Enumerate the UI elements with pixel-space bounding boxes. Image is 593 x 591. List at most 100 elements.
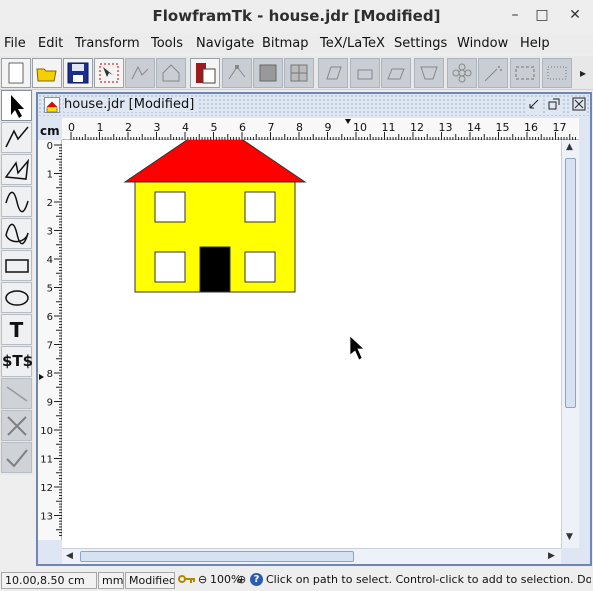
v-ruler-label: 2 <box>47 198 53 209</box>
menu-file[interactable]: File <box>4 36 26 51</box>
ruler-unit-label: cm <box>40 124 60 138</box>
window-bottom-right[interactable] <box>244 251 276 283</box>
document-icon <box>44 97 60 113</box>
menu-help[interactable]: Help <box>520 36 550 51</box>
app-window: FlowframTk - house.jdr [Modified] – □ ✕ … <box>0 0 593 591</box>
v-ruler-label: 10 <box>40 426 53 437</box>
document-title-bar: house.jdr [Modified] <box>38 94 590 116</box>
edit-path-button[interactable] <box>125 58 155 88</box>
flower-button[interactable] <box>447 58 477 88</box>
v-ruler-label: 7 <box>47 341 53 352</box>
finish-icon <box>6 449 28 468</box>
line-tool[interactable] <box>1 378 32 409</box>
drawing-svg <box>123 140 365 361</box>
v-ruler-label: 6 <box>47 312 53 323</box>
menu-bitmap[interactable]: Bitmap <box>262 36 309 51</box>
menu-bar: File Edit Transform Tools Navigate Bitma… <box>0 33 593 55</box>
rotate-button[interactable] <box>350 58 380 88</box>
v-ruler-label: 1 <box>47 170 53 181</box>
h-ruler-label: 3 <box>154 121 161 134</box>
v-ruler-label: 9 <box>47 398 53 409</box>
skew-button[interactable] <box>381 58 411 88</box>
horizontal-scroll-thumb[interactable] <box>80 551 354 562</box>
zoom-in-icon[interactable]: ⊕ <box>237 573 246 587</box>
select-tool-button[interactable] <box>94 58 124 88</box>
drawing-canvas[interactable] <box>62 140 561 548</box>
toolbar-more-icon[interactable]: ▸ <box>580 66 586 80</box>
ellipse-tool[interactable] <box>1 282 32 313</box>
scroll-up-icon[interactable]: ▲ <box>566 142 573 152</box>
rect-shade-button[interactable] <box>253 58 283 88</box>
status-unit[interactable]: mm <box>98 572 124 589</box>
h-ruler-label: 7 <box>268 121 275 134</box>
frame-close-icon[interactable] <box>571 97 587 113</box>
grid-house-icon <box>162 64 180 82</box>
dashed-rect-button[interactable] <box>510 58 540 88</box>
closed-line-icon <box>4 158 30 180</box>
open-line-tool[interactable] <box>1 122 32 153</box>
grid-button[interactable] <box>284 58 314 88</box>
path-nodes-button[interactable] <box>222 58 252 88</box>
finish-tool[interactable] <box>1 442 32 473</box>
house-roof[interactable] <box>123 140 307 183</box>
math-text-tool[interactable]: $T$ <box>1 346 33 377</box>
key-icon[interactable] <box>178 572 196 590</box>
reflect-button[interactable] <box>414 58 444 88</box>
closed-curve-tool[interactable] <box>1 218 32 249</box>
path-nodes-icon <box>228 65 246 80</box>
help-icon[interactable]: ? <box>250 573 263 586</box>
menu-transform[interactable]: Transform <box>75 36 140 51</box>
menu-settings[interactable]: Settings <box>394 36 447 51</box>
h-ruler-label: 13 <box>439 121 453 134</box>
grid-house-button[interactable] <box>156 58 186 88</box>
line-tool-icon <box>6 386 28 402</box>
menu-window[interactable]: Window <box>457 36 508 51</box>
menu-tools[interactable]: Tools <box>151 36 183 51</box>
vertical-scrollbar[interactable]: ▲ ▼ <box>561 140 579 548</box>
window-top-right[interactable] <box>244 191 276 223</box>
restore-icon[interactable] <box>546 97 562 113</box>
scroll-left-icon[interactable]: ◀ <box>66 551 73 561</box>
ellipse-icon <box>5 290 29 306</box>
window-bottom-left[interactable] <box>154 251 186 283</box>
new-button[interactable] <box>1 58 31 88</box>
open-button[interactable] <box>32 58 62 88</box>
house-doc-button[interactable] <box>190 58 220 88</box>
h-ruler-label: 5 <box>211 121 218 134</box>
iconify-icon[interactable] <box>526 97 542 113</box>
h-ruler-label: 2 <box>125 121 132 134</box>
reflect-icon <box>420 66 438 80</box>
horizontal-scrollbar[interactable]: ◀ ▶ <box>62 548 561 564</box>
menu-navigate[interactable]: Navigate <box>196 36 254 51</box>
save-button[interactable] <box>63 58 93 88</box>
parallelogram-button[interactable] <box>318 58 348 88</box>
v-ruler-label: 12 <box>40 483 53 494</box>
zoom-out-icon[interactable]: ⊖ <box>198 573 207 587</box>
v-ruler-label: 0 <box>47 141 53 152</box>
menu-edit[interactable]: Edit <box>38 36 63 51</box>
maximize-button[interactable]: □ <box>530 4 554 26</box>
text-icon: T <box>9 318 24 342</box>
scroll-down-icon[interactable]: ▼ <box>566 532 573 542</box>
rotate-icon <box>357 69 373 80</box>
open-curve-icon <box>5 191 29 213</box>
vertical-scroll-thumb[interactable] <box>565 158 576 408</box>
open-curve-tool[interactable] <box>1 186 32 217</box>
spray-button[interactable] <box>478 58 508 88</box>
closed-line-tool[interactable] <box>1 154 32 185</box>
rectangle-tool[interactable] <box>1 250 32 281</box>
select-tool[interactable] <box>1 90 32 121</box>
close-button[interactable]: ✕ <box>563 4 587 26</box>
cancel-tool[interactable] <box>1 410 32 441</box>
text-tool[interactable]: T <box>1 314 32 345</box>
menu-tex-latex[interactable]: TeX/LaTeX <box>320 36 385 51</box>
scroll-right-icon[interactable]: ▶ <box>548 551 555 561</box>
vertical-ruler-ticks: 01234567891011121314 <box>39 141 62 551</box>
minimize-button[interactable]: – <box>503 4 527 26</box>
window-top-left[interactable] <box>154 191 186 223</box>
select-arrow-icon <box>11 95 24 118</box>
house-door[interactable] <box>199 246 231 293</box>
pattern-button[interactable] <box>542 58 572 88</box>
h-ruler-label: 10 <box>353 121 367 134</box>
h-ruler-label: 8 <box>296 121 303 134</box>
